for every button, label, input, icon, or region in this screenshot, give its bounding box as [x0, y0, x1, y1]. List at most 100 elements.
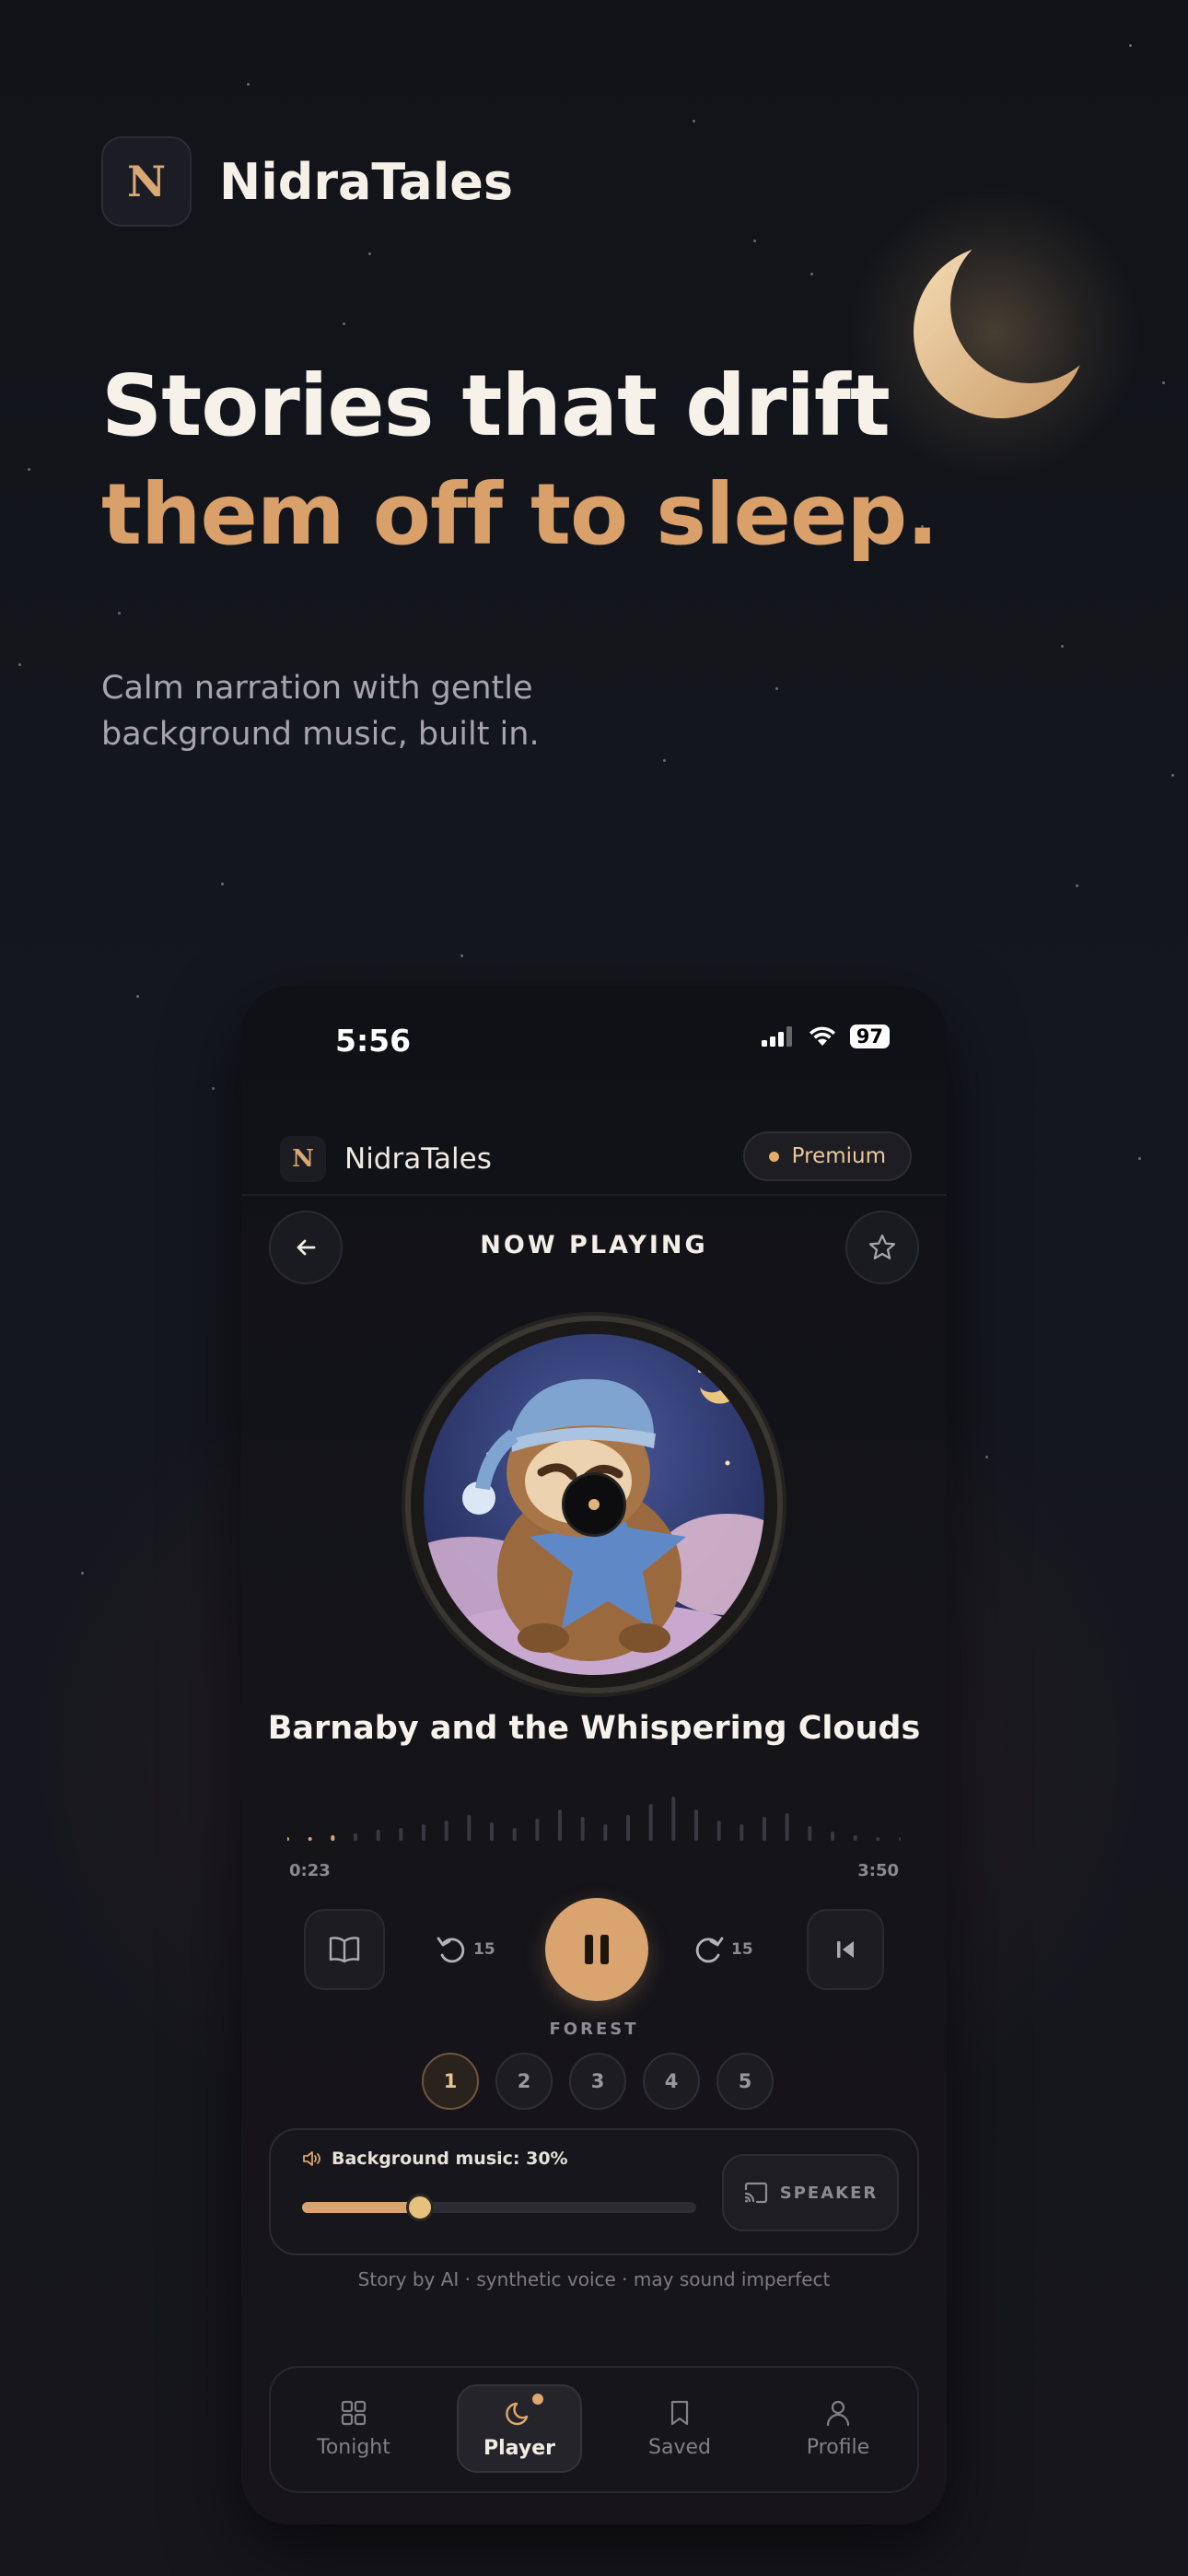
star: [136, 995, 139, 998]
star: [663, 759, 666, 762]
favorite-button[interactable]: [845, 1211, 919, 1284]
background-music-label: Background music: 30%: [302, 2149, 568, 2169]
star: [460, 954, 463, 957]
star: [753, 240, 756, 242]
app-logo: N: [280, 1136, 326, 1182]
star: [693, 120, 695, 123]
waveform-bar: [354, 1833, 357, 1841]
star: [118, 612, 121, 615]
premium-badge[interactable]: Premium: [742, 1131, 912, 1181]
waveform-bar: [603, 1824, 608, 1841]
star: [221, 883, 224, 885]
tab-profile-label: Profile: [806, 2435, 870, 2459]
star: [18, 663, 21, 666]
soundscape-option-1[interactable]: 1: [422, 2053, 479, 2110]
waveform-bar: [512, 1828, 517, 1841]
tab-saved-label: Saved: [648, 2435, 711, 2459]
star: [247, 83, 250, 86]
tab-tonight[interactable]: Tonight: [291, 2384, 416, 2473]
rewind-15-button[interactable]: 15: [435, 1933, 495, 1966]
background-music-slider[interactable]: [302, 2194, 696, 2221]
waveform-bar: [535, 1819, 540, 1841]
waveform-bar: [671, 1797, 676, 1841]
phone-mockup: 5:56 97 N NidraTales Premium NOW PLAYING…: [241, 986, 947, 2524]
player-header: NOW PLAYING: [269, 1211, 919, 1288]
star: [775, 687, 778, 690]
waveform-bar: [444, 1821, 448, 1841]
waveform-bar: [763, 1817, 766, 1841]
brand-logo: N: [101, 136, 192, 227]
star: [1162, 381, 1165, 384]
waveform-bar: [399, 1828, 403, 1841]
background-music-card: Background music: 30% SPEAKER: [269, 2128, 919, 2255]
tab-player[interactable]: Player: [457, 2384, 582, 2473]
forward-seconds: 15: [731, 1940, 753, 1959]
star: [368, 252, 371, 255]
app-bar-divider: [241, 1194, 947, 1196]
waveform-bar: [308, 1837, 312, 1841]
star: [1171, 774, 1174, 777]
disc-spindle: [562, 1472, 626, 1537]
star: [343, 322, 345, 325]
transcript-button[interactable]: [304, 1909, 385, 1990]
volume-icon: [303, 2151, 320, 2166]
app-name: NidraTales: [344, 1142, 492, 1176]
waveform-bar: [287, 1837, 289, 1841]
waveform-bar: [376, 1830, 380, 1841]
tab-saved[interactable]: Saved: [617, 2384, 742, 2473]
waveform-bar: [740, 1824, 744, 1841]
soundscape-option-3[interactable]: 3: [569, 2053, 626, 2110]
waveform-bar: [580, 1817, 585, 1841]
battery-indicator: 97: [849, 1025, 890, 1048]
star: [81, 1572, 84, 1575]
total-duration: 3:50: [857, 1861, 899, 1880]
skip-back-icon: [837, 1941, 854, 1958]
headline-line-2: them off to sleep.: [101, 465, 938, 564]
star: [28, 468, 30, 471]
status-icons: 97: [761, 1025, 890, 1048]
playback-controls: 15 15: [241, 1898, 947, 2008]
forward-icon: [695, 1937, 724, 1963]
pause-icon: [585, 1935, 609, 1964]
waveform-bar: [422, 1824, 425, 1841]
soundscape-option-5[interactable]: 5: [716, 2053, 774, 2110]
star: [212, 1087, 215, 1090]
waveform-bar: [899, 1837, 901, 1841]
pause-button[interactable]: [545, 1898, 648, 2001]
waveform-bar: [853, 1835, 857, 1841]
restart-button[interactable]: [807, 1909, 884, 1990]
slider-handle[interactable]: [406, 2194, 435, 2221]
premium-label: Premium: [791, 1144, 886, 1168]
soundscape-option-4[interactable]: 4: [643, 2053, 700, 2110]
player-active-dot: [532, 2394, 543, 2405]
hero-headline: Stories that drift them off to sleep.: [101, 352, 938, 569]
moon-icon: [506, 2402, 529, 2425]
waveform-bar: [876, 1837, 880, 1841]
status-time: 5:56: [335, 1023, 412, 1059]
waveform-bar: [694, 1809, 698, 1841]
album-art-disc: [405, 1316, 783, 1693]
moon-icon: [914, 245, 1087, 418]
waveform-bar: [831, 1832, 834, 1841]
waveform-bar: [808, 1826, 812, 1841]
soundscape-option-2[interactable]: 2: [495, 2053, 553, 2110]
waveform-bar: [331, 1835, 335, 1841]
premium-dot: [768, 1151, 779, 1162]
tab-profile[interactable]: Profile: [775, 2384, 901, 2473]
cellular-signal-icon: [761, 1026, 792, 1047]
speaker-button[interactable]: SPEAKER: [722, 2154, 899, 2231]
status-bar: 5:56 97: [241, 986, 947, 1087]
ai-disclaimer: Story by AI · synthetic voice · may soun…: [357, 2268, 831, 2290]
tab-player-label: Player: [483, 2436, 555, 2460]
waveform-scrubber[interactable]: [287, 1784, 901, 1867]
forward-15-button[interactable]: 15: [693, 1933, 753, 1966]
user-icon: [826, 2400, 850, 2426]
star: [810, 273, 813, 275]
bottom-tab-bar: Tonight Player Saved Profile: [269, 2366, 919, 2493]
star: [1129, 44, 1132, 47]
brand-name: NidraTales: [219, 152, 514, 211]
star: [1076, 884, 1078, 887]
book-icon: [329, 1937, 360, 1963]
elapsed-time: 0:23: [289, 1861, 331, 1880]
star: [1061, 645, 1064, 648]
